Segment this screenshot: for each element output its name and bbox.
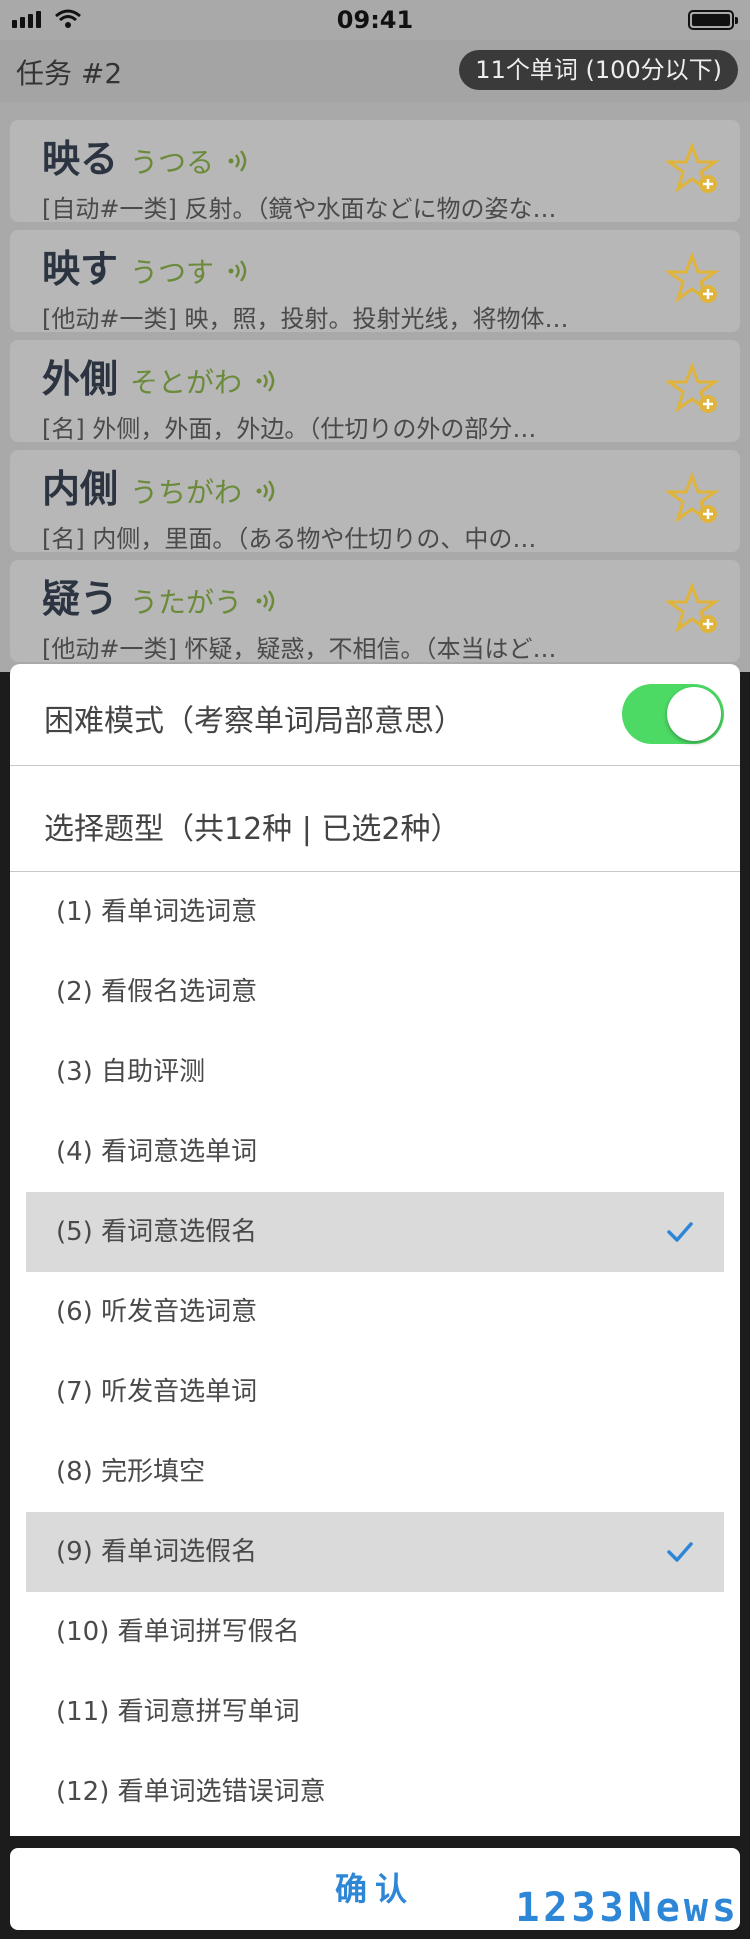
checkmark-icon	[667, 1222, 693, 1242]
page-title: 任务 #2	[16, 57, 123, 90]
word-kana: うちがわ	[130, 476, 243, 509]
question-type-label: (5) 看词意选假名	[56, 1217, 258, 1247]
question-types-header: 选择题型（共12种 | 已选2种）	[10, 766, 740, 872]
question-type-label: (2) 看假名选词意	[56, 977, 258, 1007]
hard-mode-toggle[interactable]	[622, 684, 724, 744]
star-add-icon[interactable]	[666, 362, 722, 418]
checkmark-icon	[667, 1542, 693, 1562]
battery-icon	[688, 10, 738, 30]
confirm-area: 确认 1233News	[0, 1836, 750, 1939]
word-card[interactable]: 内側 うちがわ [名] 内侧，里面。（ある物や仕切りの、中の…	[10, 450, 740, 553]
word-kana: うつす	[130, 256, 215, 289]
word-kanji: 外側	[42, 357, 119, 401]
word-definition: [名] 内侧，里面。（ある物や仕切りの、中の…	[42, 525, 537, 553]
word-kanji: 疑う	[42, 577, 119, 621]
question-type-item[interactable]: (8) 完形填空	[26, 1432, 724, 1512]
question-type-label: (3) 自助评测	[56, 1057, 206, 1087]
word-card[interactable]: 外側 そとがわ [名] 外侧，外面，外边。（仕切りの外の部分…	[10, 340, 740, 443]
sound-wave-icon[interactable]	[254, 588, 280, 614]
question-type-item[interactable]: (7) 听发音选单词	[26, 1352, 724, 1432]
word-card[interactable]: 映る うつる [自动#一类] 反射。（鏡や水面などに物の姿な…	[10, 120, 740, 223]
question-type-label: (8) 完形填空	[56, 1457, 206, 1487]
toggle-knob	[667, 687, 721, 741]
question-type-list: (1) 看单词选词意 (2) 看假名选词意 (3) 自助评测 (4) 看词意选单…	[10, 872, 740, 1832]
question-type-item[interactable]: (3) 自助评测	[26, 1032, 724, 1112]
sound-wave-icon[interactable]	[226, 148, 252, 174]
word-definition: [他动#一类] 映，照，投射。投射光线，将物体…	[42, 305, 569, 333]
question-type-item[interactable]: (1) 看单词选词意	[26, 872, 724, 952]
question-type-label: (6) 听发音选词意	[56, 1297, 258, 1327]
star-add-icon[interactable]	[666, 472, 722, 528]
word-definition: [自动#一类] 反射。（鏡や水面などに物の姿な…	[42, 195, 557, 223]
question-type-label: (12) 看单词选错误词意	[56, 1777, 326, 1807]
question-type-item-selected[interactable]: (5) 看词意选假名	[26, 1192, 724, 1272]
status-bar: 09:41	[0, 0, 750, 40]
question-type-label: (4) 看词意选单词	[56, 1137, 258, 1167]
nav-bar: 任务 #2 11个单词 (100分以下)	[0, 40, 750, 102]
word-kanji: 内側	[42, 467, 119, 511]
word-kanji: 映る	[42, 137, 119, 181]
question-type-label: (11) 看词意拼写单词	[56, 1697, 300, 1727]
hard-mode-row: 困难模式（考察单词局部意思）	[10, 664, 740, 766]
question-type-item[interactable]: (10) 看单词拼写假名	[26, 1592, 724, 1672]
hard-mode-label: 困难模式（考察单词局部意思）	[44, 704, 464, 739]
question-type-label: (7) 听发音选单词	[56, 1377, 258, 1407]
question-type-label: (1) 看单词选词意	[56, 897, 258, 927]
question-type-item-selected[interactable]: (9) 看单词选假名	[26, 1512, 724, 1592]
word-card[interactable]: 疑う うたがう [他动#一类] 怀疑，疑惑，不相信。（本当はど…	[10, 560, 740, 663]
question-type-item[interactable]: (4) 看词意选单词	[26, 1112, 724, 1192]
word-kana: うたがう	[130, 586, 243, 619]
word-definition: [他动#一类] 怀疑，疑惑，不相信。（本当はど…	[42, 635, 557, 663]
star-add-icon[interactable]	[666, 142, 722, 198]
question-type-item[interactable]: (12) 看单词选错误词意	[26, 1752, 724, 1832]
sound-wave-icon[interactable]	[226, 258, 252, 284]
star-add-icon[interactable]	[666, 252, 722, 308]
sound-wave-icon[interactable]	[254, 478, 280, 504]
status-time: 09:41	[336, 6, 414, 34]
word-definition: [名] 外侧，外面，外边。（仕切りの外の部分…	[42, 415, 537, 443]
quiz-settings-sheet: 困难模式（考察单词局部意思） 选择题型（共12种 | 已选2种） (1) 看单词…	[10, 664, 740, 1836]
sound-wave-icon[interactable]	[254, 368, 280, 394]
word-kana: うつる	[130, 146, 215, 179]
question-type-label: (10) 看单词拼写假名	[56, 1617, 300, 1647]
question-type-label: (9) 看单词选假名	[56, 1537, 258, 1567]
word-card[interactable]: 映す うつす [他动#一类] 映，照，投射。投射光线，将物体…	[10, 230, 740, 333]
question-type-item[interactable]: (11) 看词意拼写单词	[26, 1672, 724, 1752]
word-kana: そとがわ	[130, 366, 243, 399]
watermark: 1233News	[515, 1885, 740, 1931]
star-add-icon[interactable]	[666, 582, 722, 638]
word-list: 映る うつる [自动#一类] 反射。（鏡や水面などに物の姿な… 映す うつす […	[0, 102, 750, 672]
question-type-item[interactable]: (6) 听发音选词意	[26, 1272, 724, 1352]
question-type-item[interactable]: (2) 看假名选词意	[26, 952, 724, 1032]
word-count-badge: 11个单词 (100分以下)	[459, 50, 738, 90]
word-kanji: 映す	[42, 247, 119, 291]
question-types-title: 选择题型（共12种 | 已选2种）	[44, 812, 461, 847]
